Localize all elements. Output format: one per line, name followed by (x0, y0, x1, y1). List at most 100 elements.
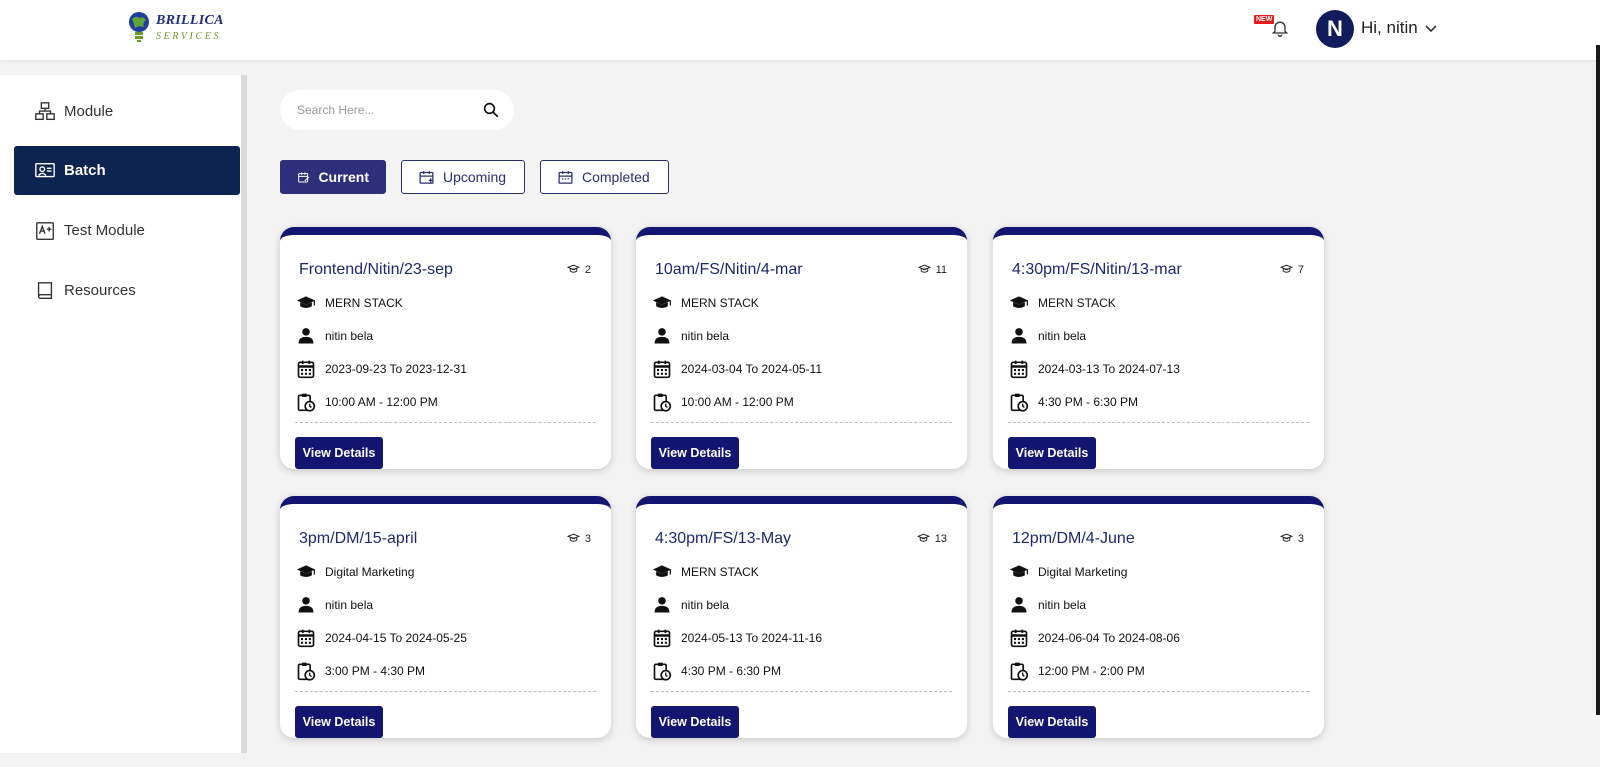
view-details-button[interactable]: View Details (295, 706, 383, 738)
module-icon (35, 101, 55, 120)
person-icon (298, 597, 314, 613)
student-count: 3 (1279, 532, 1304, 545)
view-details-button[interactable]: View Details (1008, 437, 1096, 469)
count-value: 11 (935, 263, 947, 276)
batch-card: 4:30pm/FS/13-May 13 MERN STACK nitin bel… (636, 496, 967, 738)
student-count: 7 (1279, 263, 1304, 276)
trainer-row: nitin bela (296, 595, 373, 615)
brand-subtitle: SERVICES (156, 31, 222, 42)
time-row: 10:00 AM - 12:00 PM (652, 392, 794, 412)
batch-time: 4:30 PM - 6:30 PM (1038, 395, 1139, 409)
view-details-button[interactable]: View Details (1008, 706, 1096, 738)
time-row: 12:00 PM - 2:00 PM (1009, 661, 1145, 681)
dates-row: 2024-04-15 To 2024-05-25 (296, 628, 467, 648)
batch-card: Frontend/Nitin/23-sep 2 MERN STACK nitin… (280, 227, 611, 469)
view-details-button[interactable]: View Details (651, 706, 739, 738)
person-icon (298, 328, 314, 344)
trainer-name: nitin bela (1038, 598, 1087, 612)
trainer-row: nitin bela (652, 595, 729, 615)
batch-time: 4:30 PM - 6:30 PM (681, 664, 782, 678)
student-icon (916, 533, 930, 542)
batch-dates: 2024-06-04 To 2024-08-06 (1038, 631, 1180, 645)
person-icon (1011, 597, 1027, 613)
time-row: 4:30 PM - 6:30 PM (652, 661, 781, 681)
batch-title: Frontend/Nitin/23-sep (299, 261, 453, 278)
graduation-cap-icon (1009, 296, 1029, 308)
student-icon (1279, 264, 1293, 273)
trainer-row: nitin bela (1009, 326, 1086, 346)
card-divider (651, 422, 952, 423)
person-icon (654, 597, 670, 613)
test-icon (36, 221, 54, 240)
trainer-name: nitin bela (681, 598, 730, 612)
course-name: MERN STACK (325, 296, 403, 310)
view-details-button[interactable]: View Details (295, 437, 383, 469)
student-count: 11 (917, 263, 947, 276)
clipboard-clock-icon (1010, 393, 1029, 412)
course-row: Digital Marketing (1009, 562, 1127, 582)
graduation-cap-icon (652, 565, 672, 577)
student-count: 2 (566, 263, 591, 276)
clipboard-clock-icon (297, 393, 316, 412)
bell-icon[interactable] (1270, 17, 1290, 39)
course-row: MERN STACK (652, 293, 759, 313)
course-row: MERN STACK (296, 293, 403, 313)
course-name: Digital Marketing (325, 565, 415, 579)
graduation-cap-icon (296, 296, 316, 308)
trainer-row: nitin bela (1009, 595, 1086, 615)
scrollbar[interactable] (1596, 45, 1600, 715)
calendar-plus-icon (419, 170, 434, 184)
sidebar-item-label: Resources (64, 282, 136, 299)
sidebar-item-label: Batch (64, 162, 106, 179)
count-value: 13 (934, 532, 947, 545)
course-name: MERN STACK (1038, 296, 1116, 310)
batch-time: 12:00 PM - 2:00 PM (1038, 664, 1145, 678)
tab-current[interactable]: Current (280, 160, 386, 194)
sidebar-item-test-module[interactable]: Test Module (14, 206, 240, 255)
tab-label: Completed (582, 169, 650, 185)
tab-label: Upcoming (443, 169, 507, 185)
chevron-down-icon[interactable] (1424, 21, 1438, 35)
user-menu[interactable]: Hi, nitin (1361, 18, 1438, 38)
batch-title: 4:30pm/FS/13-May (655, 530, 792, 547)
batch-dates: 2023-09-23 To 2023-12-31 (325, 362, 467, 376)
batch-title: 10am/FS/Nitin/4-mar (655, 261, 803, 278)
tab-completed[interactable]: Completed (540, 160, 669, 194)
course-row: MERN STACK (652, 562, 759, 582)
tab-label: Current (318, 169, 369, 185)
view-details-button[interactable]: View Details (651, 437, 739, 469)
notifications[interactable]: NEW (1254, 15, 1290, 43)
batch-dates: 2024-04-15 To 2024-05-25 (325, 631, 467, 645)
clipboard-clock-icon (653, 662, 672, 681)
dates-row: 2024-03-13 To 2024-07-13 (1009, 359, 1180, 379)
graduation-cap-icon (1009, 565, 1029, 577)
sidebar-item-resources[interactable]: Resources (14, 266, 240, 315)
count-value: 7 (1297, 263, 1304, 276)
trainer-row: nitin bela (652, 326, 729, 346)
course-row: MERN STACK (1009, 293, 1116, 313)
sidebar-item-module[interactable]: Module (14, 87, 240, 136)
search-input[interactable] (297, 103, 482, 117)
batch-title: 4:30pm/FS/Nitin/13-mar (1012, 261, 1182, 278)
sidebar-item-label: Module (64, 103, 114, 120)
tab-upcoming[interactable]: Upcoming (401, 160, 525, 194)
top-header: BRILLICA SERVICES NEW N Hi, nitin (0, 0, 1600, 60)
person-icon (654, 328, 670, 344)
avatar[interactable]: N (1316, 10, 1354, 48)
brand-logo[interactable]: BRILLICA SERVICES (128, 9, 238, 45)
calendar-icon (1010, 629, 1028, 648)
student-icon (566, 533, 580, 542)
sidebar-item-batch[interactable]: Batch (14, 146, 240, 195)
student-count: 3 (566, 532, 591, 545)
calendar-icon (558, 170, 573, 184)
calendar-icon (1010, 360, 1028, 379)
course-name: MERN STACK (681, 565, 759, 579)
globe-bulb-icon (129, 12, 149, 42)
clipboard-clock-icon (653, 393, 672, 412)
dates-row: 2023-09-23 To 2023-12-31 (296, 359, 467, 379)
search-icon[interactable] (482, 101, 500, 119)
batch-card: 4:30pm/FS/Nitin/13-mar 7 MERN STACK niti… (993, 227, 1324, 469)
batch-dates: 2024-03-04 To 2024-05-11 (681, 362, 822, 376)
calendar-edit-icon (298, 171, 310, 182)
student-icon (566, 264, 580, 273)
